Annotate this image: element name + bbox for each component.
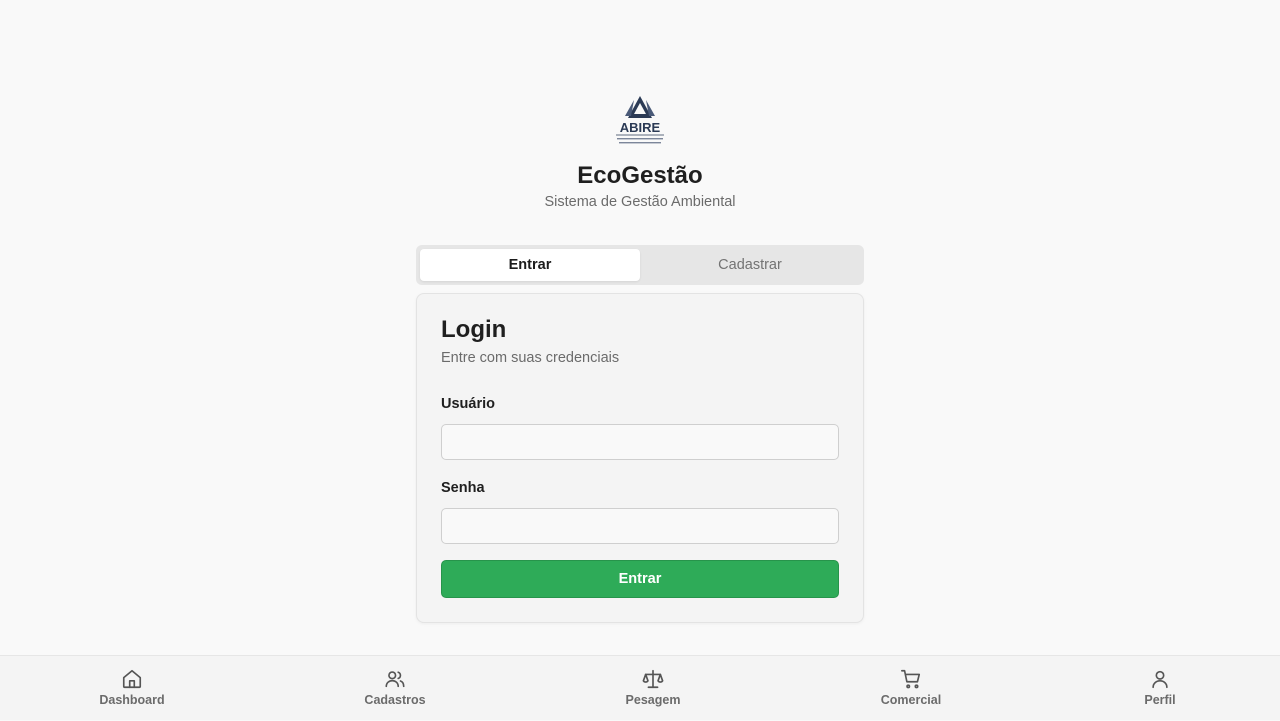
auth-tabs: Entrar Cadastrar: [416, 245, 864, 285]
nav-label-pesagem: Pesagem: [625, 693, 681, 707]
abire-logo: ABIRE: [612, 94, 668, 148]
home-icon: [122, 669, 142, 689]
tab-entrar[interactable]: Entrar: [420, 249, 640, 281]
nav-label-cadastros: Cadastros: [364, 693, 426, 707]
nav-item-perfil[interactable]: Perfil: [1100, 656, 1220, 721]
username-label: Usuário: [441, 396, 495, 412]
scale-icon: [642, 669, 664, 689]
nav-item-cadastros[interactable]: Cadastros: [335, 656, 455, 721]
user-icon: [1152, 670, 1168, 689]
password-label: Senha: [441, 480, 485, 496]
nav-item-comercial[interactable]: Comercial: [851, 656, 971, 721]
nav-label-dashboard: Dashboard: [99, 693, 165, 707]
card-title: Login: [441, 316, 507, 343]
login-submit-button[interactable]: Entrar: [441, 560, 839, 598]
nav-item-dashboard[interactable]: Dashboard: [72, 656, 192, 721]
password-input[interactable]: [441, 508, 839, 544]
username-input[interactable]: [441, 424, 839, 460]
abire-logo-icon: ABIRE: [616, 96, 664, 144]
tab-cadastrar[interactable]: Cadastrar: [640, 249, 860, 281]
users-icon: [385, 671, 405, 688]
cart-icon: [901, 669, 921, 689]
nav-item-pesagem[interactable]: Pesagem: [593, 656, 713, 721]
app-title: EcoGestão: [577, 162, 703, 189]
login-card: Login Entre com suas credenciais Usuário…: [416, 293, 864, 623]
logo-text: ABIRE: [620, 120, 661, 135]
nav-label-perfil: Perfil: [1144, 693, 1176, 707]
card-description: Entre com suas credenciais: [441, 350, 620, 366]
nav-label-comercial: Comercial: [880, 693, 942, 707]
app-subtitle: Sistema de Gestão Ambiental: [544, 194, 736, 210]
bottom-nav: Dashboard Cadastros Pesagem Comercial Pe…: [0, 655, 1280, 720]
